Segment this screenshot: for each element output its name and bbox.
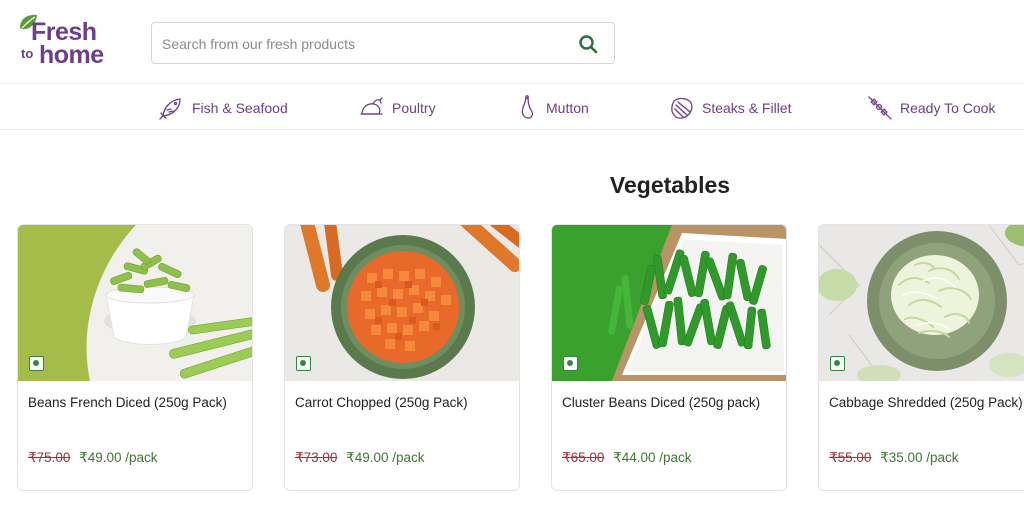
product-price: ₹55.00 ₹35.00 /pack bbox=[829, 450, 959, 466]
product-unit: /pack bbox=[392, 450, 425, 465]
product-name: Cluster Beans Diced (250g pack) bbox=[562, 395, 761, 410]
product-unit: /pack bbox=[659, 450, 692, 465]
product-name: Cabbage Shredded (250g Pack) bbox=[829, 395, 1023, 410]
product-mrp: ₹75.00 bbox=[28, 450, 71, 465]
search-bar bbox=[151, 22, 615, 64]
product-unit: /pack bbox=[926, 450, 959, 465]
logo-text-to: to bbox=[21, 46, 34, 61]
veg-indicator-icon bbox=[296, 356, 311, 371]
fresh-to-home-logo[interactable]: Fresh to home bbox=[18, 10, 108, 70]
product-price: ₹73.00 ₹49.00 /pack bbox=[295, 450, 425, 466]
category-fish-seafood[interactable]: Fish & Seafood bbox=[159, 94, 288, 122]
poultry-icon bbox=[360, 97, 383, 115]
logo-text-home: home bbox=[39, 41, 104, 69]
product-card[interactable]: Cluster Beans Diced (250g pack) ₹65.00 ₹… bbox=[551, 224, 787, 491]
category-mutton[interactable]: Mutton bbox=[517, 94, 589, 122]
category-label: Steaks & Fillet bbox=[702, 100, 792, 116]
product-image bbox=[819, 225, 1024, 381]
product-card[interactable]: Cabbage Shredded (250g Pack) ₹55.00 ₹35.… bbox=[818, 224, 1024, 491]
veg-indicator-icon bbox=[29, 356, 44, 371]
product-name: Carrot Chopped (250g Pack) bbox=[295, 395, 468, 410]
fish-icon bbox=[159, 98, 181, 120]
category-nav: Fish & Seafood Poultry Mutton Steaks & F… bbox=[0, 85, 1024, 130]
product-mrp: ₹73.00 bbox=[295, 450, 338, 465]
category-ready-to-cook[interactable]: Ready To Cook bbox=[867, 94, 995, 122]
search-input[interactable] bbox=[162, 32, 562, 56]
product-image bbox=[18, 225, 252, 381]
steak-icon bbox=[671, 97, 693, 119]
category-label: Fish & Seafood bbox=[192, 100, 288, 116]
product-price: ₹75.00 ₹49.00 /pack bbox=[28, 450, 158, 466]
mutton-icon bbox=[521, 95, 534, 119]
product-sale-price: ₹44.00 bbox=[613, 450, 656, 465]
site-header: Fresh to home bbox=[0, 0, 1024, 84]
product-card[interactable]: Carrot Chopped (250g Pack) ₹73.00 ₹49.00… bbox=[284, 224, 520, 491]
veg-indicator-icon bbox=[830, 356, 845, 371]
product-sale-price: ₹49.00 bbox=[79, 450, 122, 465]
product-name: Beans French Diced (250g Pack) bbox=[28, 395, 227, 410]
veg-indicator-icon bbox=[563, 356, 578, 371]
category-poultry[interactable]: Poultry bbox=[359, 94, 436, 122]
product-image bbox=[552, 225, 786, 381]
skewer-icon bbox=[868, 96, 892, 120]
product-price: ₹65.00 ₹44.00 /pack bbox=[562, 450, 692, 466]
product-unit: /pack bbox=[125, 450, 158, 465]
product-mrp: ₹65.00 bbox=[562, 450, 605, 465]
product-mrp: ₹55.00 bbox=[829, 450, 872, 465]
product-card[interactable]: Beans French Diced (250g Pack) ₹75.00 ₹4… bbox=[17, 224, 253, 491]
category-label: Poultry bbox=[392, 100, 436, 116]
search-icon[interactable] bbox=[578, 34, 598, 54]
section-title: Vegetables bbox=[609, 172, 731, 198]
category-label: Ready To Cook bbox=[900, 100, 996, 116]
category-label: Mutton bbox=[546, 100, 589, 116]
product-image bbox=[285, 225, 519, 381]
product-sale-price: ₹49.00 bbox=[346, 450, 389, 465]
category-steaks-fillet[interactable]: Steaks & Fillet bbox=[669, 94, 791, 122]
product-sale-price: ₹35.00 bbox=[880, 450, 923, 465]
